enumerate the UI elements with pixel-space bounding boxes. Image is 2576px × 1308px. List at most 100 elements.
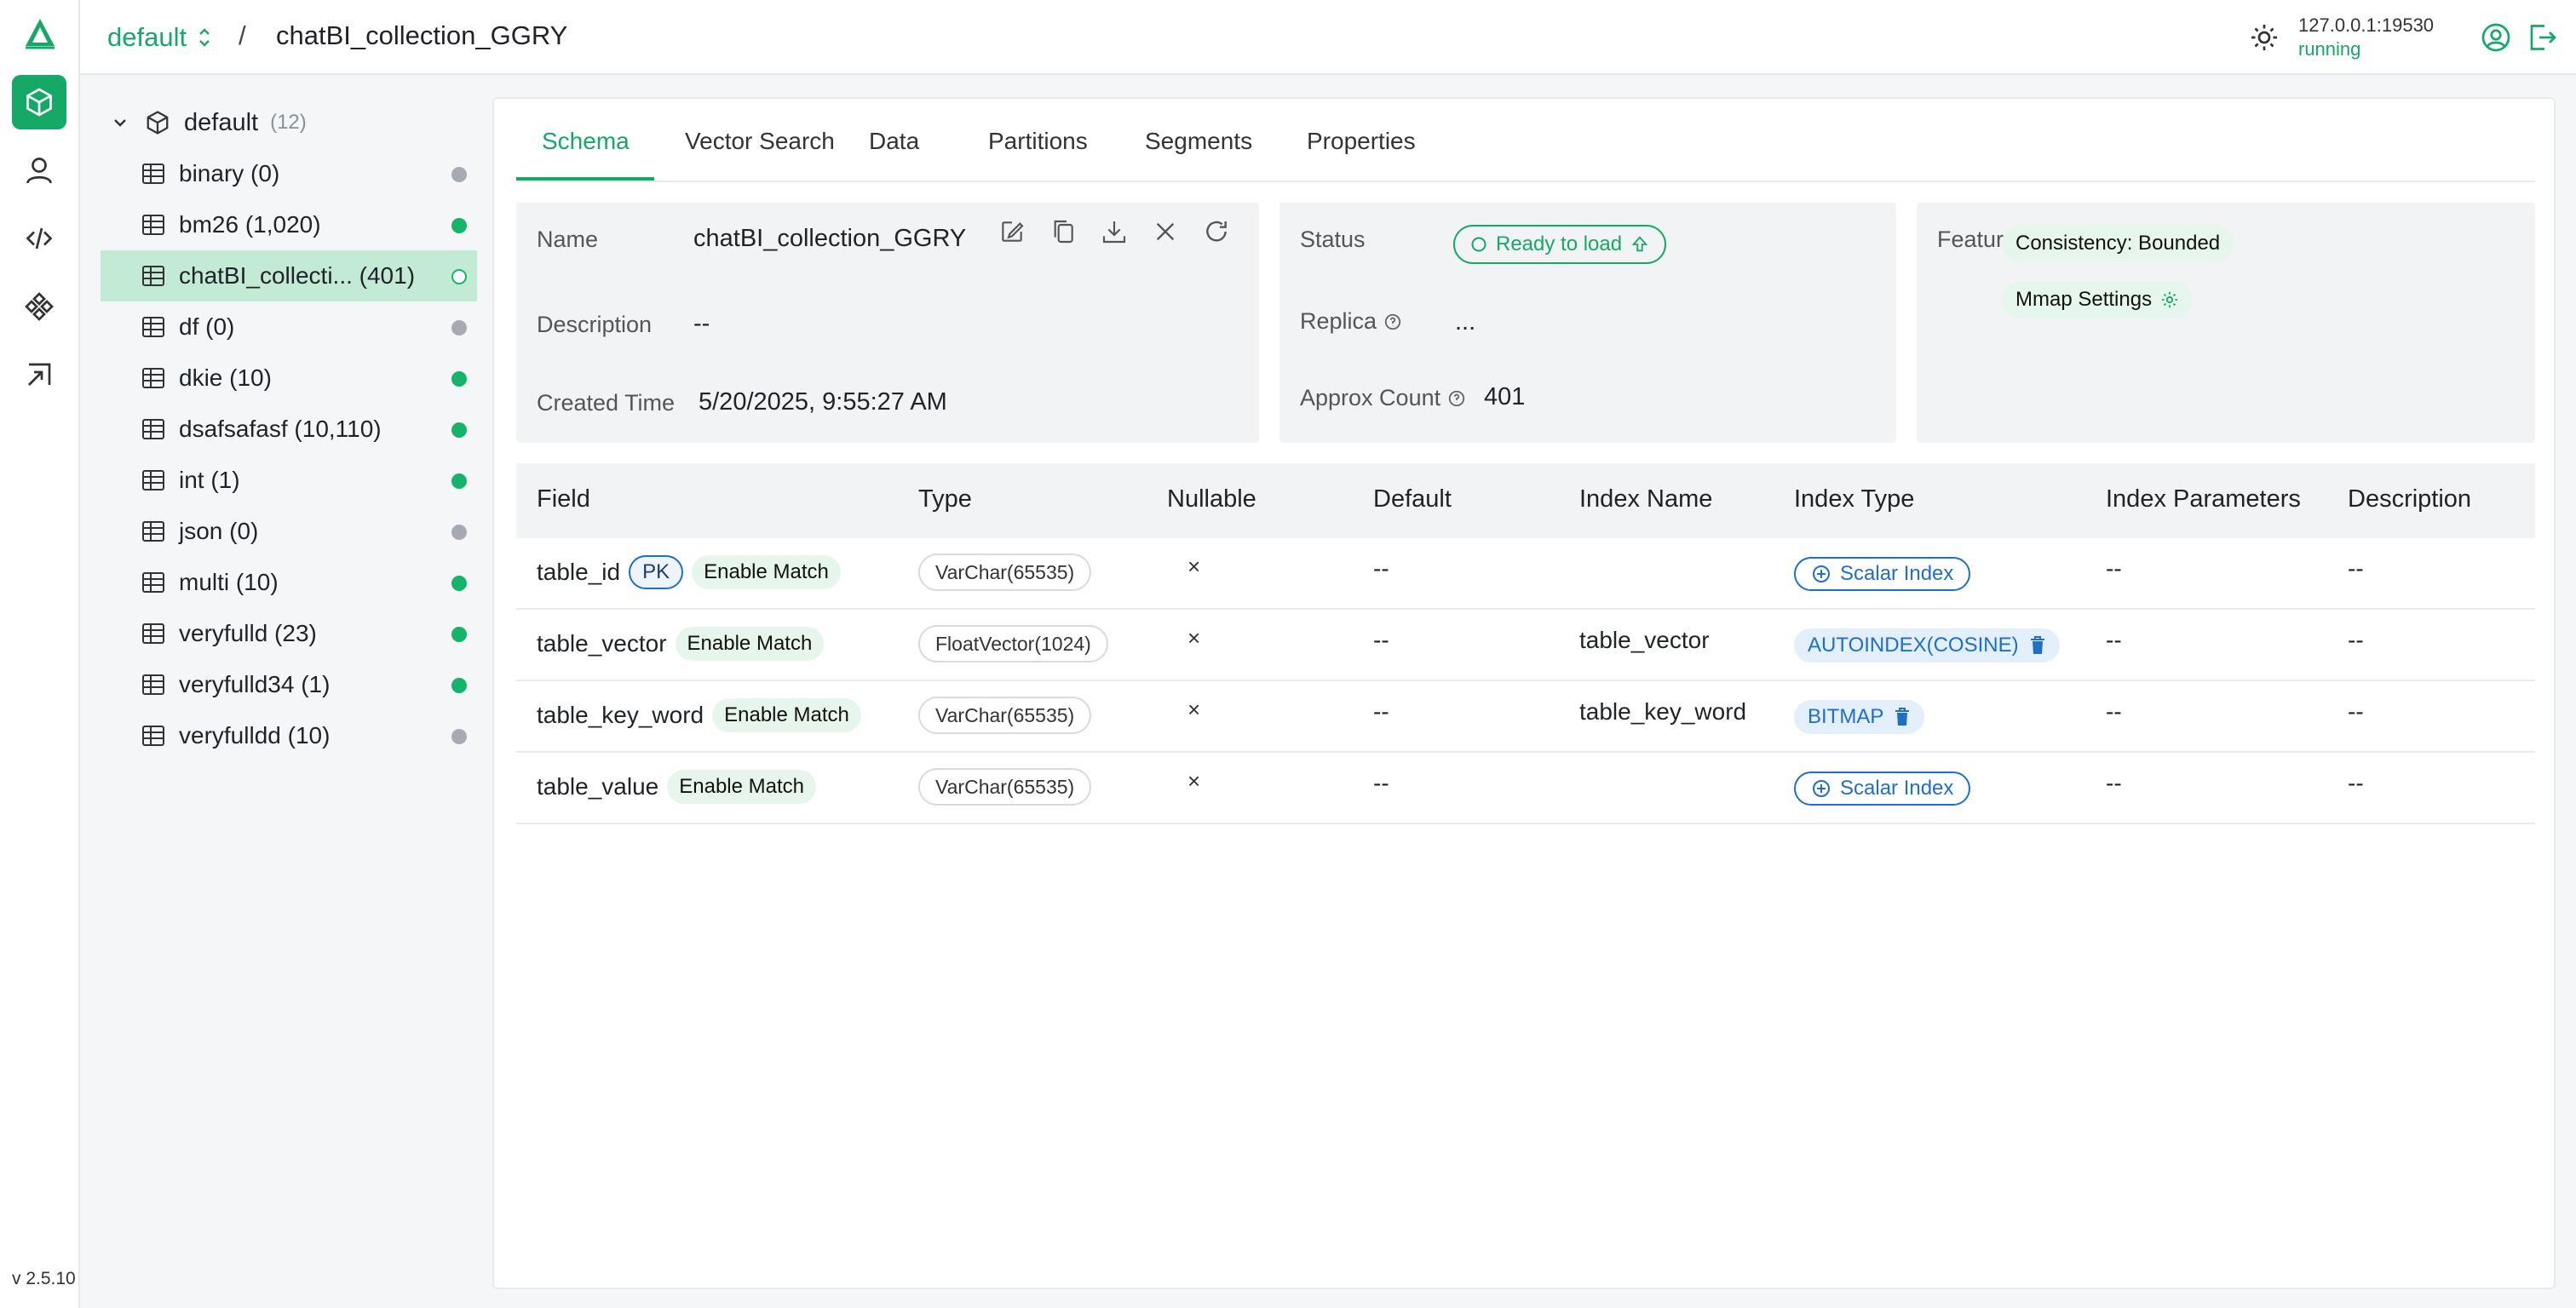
status-load-button[interactable]: Ready to load <box>1453 225 1667 264</box>
default-cell: -- <box>1373 555 1389 582</box>
account-icon[interactable] <box>2481 22 2511 53</box>
tree-item-collection[interactable]: bm26 (1,020) <box>101 199 477 250</box>
type-chip: VarChar(65535) <box>918 697 1092 734</box>
trash-icon[interactable] <box>2029 635 2046 656</box>
gear-icon[interactable] <box>2160 290 2179 309</box>
code-nav-button[interactable] <box>12 211 66 266</box>
schema-table-header: Field Type Nullable Default Index Name I… <box>516 463 2535 538</box>
edit-icon[interactable] <box>998 218 1026 245</box>
header-type: Type <box>918 485 972 513</box>
refresh-icon[interactable] <box>1203 218 1230 245</box>
tab-partitions[interactable]: Partitions <box>988 128 1088 155</box>
tree-item-collection[interactable]: chatBI_collecti... (401) <box>101 250 477 301</box>
tree-item-collection[interactable]: binary (0) <box>101 148 477 199</box>
tree-item-label: veryfulldd (10) <box>179 722 331 749</box>
users-nav-button[interactable] <box>12 143 66 198</box>
collection-title: chatBI_collection_GGRY <box>276 20 568 50</box>
tree-root-count: (12) <box>270 111 307 134</box>
chevron-down-icon[interactable] <box>111 113 129 132</box>
tab-vector-search[interactable]: Vector Search <box>685 128 835 155</box>
table-icon <box>142 470 164 490</box>
load-status-dot <box>451 167 467 182</box>
server-info: 127.0.0.1:19530 running <box>2298 14 2434 61</box>
default-cell: -- <box>1373 698 1389 725</box>
header-nullable: Nullable <box>1167 485 1256 513</box>
tree-item-collection[interactable]: veryfulldd (10) <box>101 710 477 761</box>
help-icon[interactable] <box>1383 313 1402 331</box>
tree-item-collection[interactable]: int (1) <box>101 455 477 506</box>
slow-query-nav-button[interactable] <box>12 347 66 402</box>
tab-data[interactable]: Data <box>869 128 919 155</box>
description-cell: -- <box>2348 555 2364 582</box>
collections-nav-button[interactable] <box>12 75 66 129</box>
status-label: Status <box>1300 227 1366 252</box>
index-params-cell: -- <box>2106 698 2122 725</box>
code-icon <box>26 227 53 250</box>
help-icon[interactable] <box>1447 389 1466 408</box>
load-status-dot <box>451 269 467 284</box>
tab-schema[interactable]: Schema <box>542 128 630 155</box>
approx-count-value: 401 <box>1484 383 1526 410</box>
theme-toggle-icon[interactable] <box>2249 22 2280 53</box>
breadcrumb-separator: / <box>239 20 246 50</box>
plus-circle-icon <box>1813 565 1830 582</box>
index-params-cell: -- <box>2106 555 2122 582</box>
enable-match-badge: Enable Match <box>667 770 816 804</box>
load-status-dot <box>451 422 467 438</box>
server-status: running <box>2298 38 2361 60</box>
tree-item-label: int (1) <box>179 467 240 493</box>
load-status-dot <box>451 218 467 233</box>
default-cell: -- <box>1373 627 1389 653</box>
trash-icon[interactable] <box>1894 707 1911 727</box>
collection-detail-panel: Schema Vector Search Data Partitions Seg… <box>492 97 2556 1289</box>
tab-segments[interactable]: Segments <box>1145 128 1252 155</box>
system-nav-button[interactable] <box>12 279 66 334</box>
add-scalar-index-button[interactable]: Scalar Index <box>1794 772 1971 806</box>
enable-match-badge: Enable Match <box>692 555 841 589</box>
server-address: 127.0.0.1:19530 <box>2298 14 2435 36</box>
user-icon <box>26 158 52 184</box>
load-status-dot <box>451 729 467 744</box>
database-selector[interactable]: default <box>107 20 214 54</box>
description-cell: -- <box>2348 770 2364 796</box>
tree-item-collection[interactable]: json (0) <box>101 506 477 557</box>
created-time-label: Created Time <box>537 390 676 416</box>
logout-icon[interactable] <box>2527 22 2557 53</box>
header-index-parameters: Index Parameters <box>2106 485 2301 513</box>
tree-item-collection[interactable]: df (0) <box>101 301 477 353</box>
description-label: Description <box>537 312 653 337</box>
download-icon[interactable] <box>1101 218 1128 245</box>
field-cell: table_id PK Enable Match <box>537 555 841 589</box>
index-type-cell: BITMAP <box>1794 700 1925 734</box>
enable-match-badge: Enable Match <box>712 698 861 732</box>
tree-item-collection[interactable]: veryfulld (23) <box>101 608 477 659</box>
tree-root-default[interactable]: default (12) <box>111 106 307 140</box>
index-name-cell: table_key_word <box>1579 698 1747 725</box>
field-name: table_key_word <box>537 702 704 728</box>
chevron-up-down-icon <box>199 28 210 47</box>
tree-item-collection[interactable]: multi (10) <box>101 557 477 608</box>
replica-label: Replica <box>1300 308 1402 335</box>
index-type-label: BITMAP <box>1808 705 1884 728</box>
tree-item-collection[interactable]: veryfulld34 (1) <box>101 659 477 710</box>
copy-icon[interactable] <box>1049 218 1077 245</box>
slow-query-icon <box>28 363 51 386</box>
table-row: table_key_word Enable Match VarChar(65535)… <box>516 681 2535 753</box>
field-cell: table_key_word Enable Match <box>537 698 861 732</box>
nullable-cell: × <box>1187 697 1201 722</box>
nullable-cell: × <box>1187 768 1201 794</box>
load-icon <box>1631 236 1648 252</box>
nullable-cell: × <box>1187 554 1201 579</box>
add-scalar-index-button[interactable]: Scalar Index <box>1794 557 1971 591</box>
tab-properties[interactable]: Properties <box>1307 128 1416 155</box>
load-status-dot <box>451 473 467 489</box>
close-icon[interactable] <box>1152 218 1179 245</box>
load-status-dot <box>451 320 467 336</box>
description-cell: -- <box>2348 698 2364 725</box>
mmap-settings-chip[interactable]: Mmap Settings <box>2002 281 2194 318</box>
cube-icon <box>26 88 52 117</box>
tree-item-collection[interactable]: dkie (10) <box>101 353 477 404</box>
milvus-logo-icon[interactable] <box>22 17 58 51</box>
tree-item-collection[interactable]: dsafsafasf (10,110) <box>101 404 477 455</box>
table-icon <box>142 521 164 542</box>
